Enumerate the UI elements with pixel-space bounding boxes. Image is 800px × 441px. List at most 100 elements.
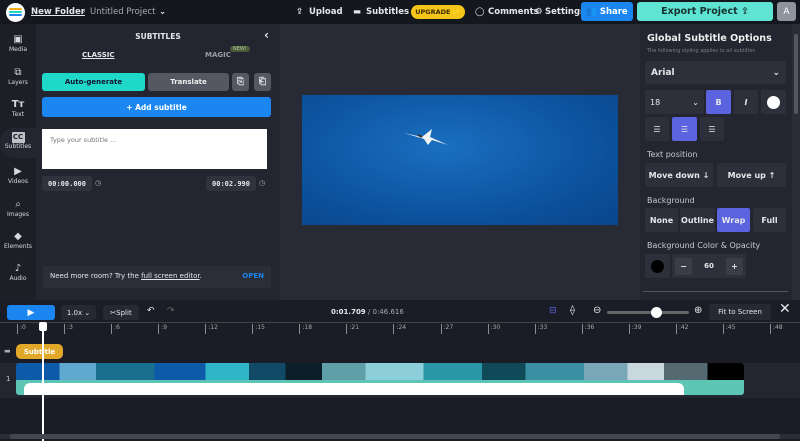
ruler-tick: :39 <box>628 324 641 334</box>
media-icon: ▣ <box>13 34 23 45</box>
open-button[interactable]: OPEN <box>242 272 264 280</box>
sidebar-item-layers[interactable]: ⧉ Layers <box>0 67 36 86</box>
auto-generate-button[interactable]: Auto-generate <box>42 73 145 91</box>
playhead-handle[interactable] <box>39 322 47 331</box>
translate-button[interactable]: Translate <box>148 73 229 91</box>
video-icon: ▶ <box>14 166 22 177</box>
sidebar-item-text[interactable]: Tт Text <box>0 99 36 118</box>
opacity-stepper[interactable]: − 60 + <box>672 254 746 278</box>
app-logo[interactable] <box>6 3 25 22</box>
add-subtitle-button[interactable]: + Add subtitle <box>42 97 271 117</box>
font-size-select[interactable]: 18 ⌄ <box>645 90 704 114</box>
sidebar-item-audio[interactable]: ♪ Audio <box>0 263 36 282</box>
sidebar-item-subtitles[interactable]: CC Subtitles <box>0 128 36 158</box>
chevron-down-icon[interactable]: ⌄ <box>159 7 166 17</box>
ruler-tick: :6 <box>111 324 120 334</box>
ruler-tick: :15 <box>252 324 265 334</box>
subtitle-options-panel: Global Subtitle Options The following st… <box>640 24 792 300</box>
ruler-tick: :18 <box>299 324 312 334</box>
upload-button[interactable]: Upload <box>309 7 343 17</box>
sidebar-item-elements[interactable]: ◆ Elements <box>0 231 36 250</box>
align-center-icon[interactable]: ☰ <box>672 117 697 141</box>
end-time-field[interactable]: 00:02.990 <box>206 176 256 191</box>
top-bar: New Folder › Untitled Project ⌄ ⇪ Upload… <box>0 0 800 24</box>
text-icon: Tт <box>11 99 25 110</box>
undo-icon[interactable]: ↶ <box>147 306 155 316</box>
ruler-tick: :0 <box>17 324 26 334</box>
avatar[interactable]: A <box>777 2 796 21</box>
text-color-button[interactable] <box>761 90 786 114</box>
tab-classic[interactable]: CLASSIC <box>82 51 115 59</box>
speed-select[interactable]: 1.0x ⌄ <box>61 305 96 320</box>
collapse-chevron-icon[interactable]: ‹ <box>264 28 269 42</box>
bold-button[interactable]: B <box>706 90 731 114</box>
text-position-label: Text position <box>647 150 698 159</box>
breadcrumb-folder[interactable]: New Folder <box>31 7 85 17</box>
upload-file-icon[interactable]: ⎘ <box>232 73 249 91</box>
minus-button[interactable]: − <box>675 257 692 275</box>
zoom-in-icon[interactable]: ⊕ <box>694 305 702 316</box>
split-view-icon[interactable]: ⟠ <box>570 305 575 316</box>
project-title[interactable]: Untitled Project <box>90 7 155 17</box>
share-button[interactable]: 👥 Share <box>581 2 633 21</box>
split-button[interactable]: ✂ Split <box>103 305 139 320</box>
options-title: Global Subtitle Options <box>647 33 772 44</box>
video-clip[interactable] <box>16 363 744 395</box>
fit-to-screen-button[interactable]: Fit to Screen <box>709 304 771 320</box>
subtitle-track-icon: ▬ <box>4 347 11 355</box>
zoom-out-icon[interactable]: ⊖ <box>593 305 601 316</box>
subtitle-input[interactable] <box>42 129 267 169</box>
clock-icon: ◷ <box>95 179 102 187</box>
timeline: ▶ 1.0x ⌄ ✂ Split ↶ ↷ 0:01.709 / 0:46.616 … <box>0 300 800 441</box>
italic-button[interactable]: I <box>734 90 758 114</box>
move-up-button[interactable]: Move up ↑ <box>717 163 786 187</box>
horizontal-scrollbar[interactable] <box>0 434 800 439</box>
sidebar-rail: ▣ Media ⧉ Layers Tт Text CC Subtitles ▶ Video… <box>0 24 36 300</box>
export-project-button[interactable]: Export Project ⇪ <box>637 2 773 21</box>
bg-full-button[interactable]: Full <box>753 208 786 232</box>
plus-button[interactable]: + <box>726 257 743 275</box>
redo-icon[interactable]: ↷ <box>167 306 175 316</box>
sidebar-label: Images <box>7 211 29 218</box>
scrollbar[interactable] <box>792 24 800 300</box>
zoom-slider[interactable] <box>607 307 689 318</box>
video-preview[interactable] <box>302 95 618 225</box>
color-swatch <box>767 95 780 109</box>
snap-icon[interactable]: ⊟ <box>549 306 557 316</box>
subtitle-clip[interactable]: Subtitle <box>16 344 63 359</box>
close-icon[interactable]: ✕ <box>779 301 791 317</box>
sidebar-item-images[interactable]: ⌕ Images <box>0 199 36 218</box>
divider <box>643 291 788 292</box>
subtitles-button[interactable]: Subtitles <box>366 7 409 17</box>
align-left-icon[interactable]: ☰ <box>645 117 669 141</box>
playhead[interactable] <box>39 322 47 441</box>
full-screen-editor-link[interactable]: full screen editor <box>141 272 199 280</box>
tab-magic[interactable]: MAGIC <box>205 51 231 59</box>
sidebar-item-media[interactable]: ▣ Media <box>0 34 36 53</box>
bg-outline-button[interactable]: Outline <box>680 208 715 232</box>
ruler-tick: :12 <box>205 324 218 334</box>
comments-button[interactable]: Comments <box>488 7 539 17</box>
download-file-icon[interactable]: ⎗ <box>254 73 271 91</box>
zoom-slider-thumb[interactable] <box>651 307 663 318</box>
move-down-button[interactable]: Move down ↓ <box>645 163 713 187</box>
ruler-tick: :45 <box>722 324 736 334</box>
breadcrumb-separator: › <box>82 7 86 17</box>
settings-icon: ⚙ <box>535 7 543 17</box>
align-right-icon[interactable]: ☰ <box>700 117 724 141</box>
clock-icon: ◷ <box>259 179 266 187</box>
settings-button[interactable]: Settings <box>545 7 585 17</box>
start-time-field[interactable]: 00:00.000 <box>42 176 92 191</box>
sidebar-label: Text <box>11 111 25 118</box>
font-value: Arial <box>651 67 675 78</box>
upgrade-button[interactable]: UPGRADE ✨ <box>411 5 465 19</box>
sidebar-item-videos[interactable]: ▶ Videos <box>0 166 36 185</box>
font-select[interactable]: Arial ⌄ <box>645 61 786 84</box>
options-subtitle: The following styling applies to all sub… <box>647 48 756 54</box>
play-button[interactable]: ▶ <box>7 305 55 320</box>
bg-color-button[interactable] <box>645 254 670 278</box>
sidebar-label: Subtitles <box>4 143 32 150</box>
bg-wrap-button[interactable]: Wrap <box>717 208 750 232</box>
bg-none-button[interactable]: None <box>645 208 678 232</box>
bg-color-label: Background Color & Opacity <box>647 241 761 250</box>
